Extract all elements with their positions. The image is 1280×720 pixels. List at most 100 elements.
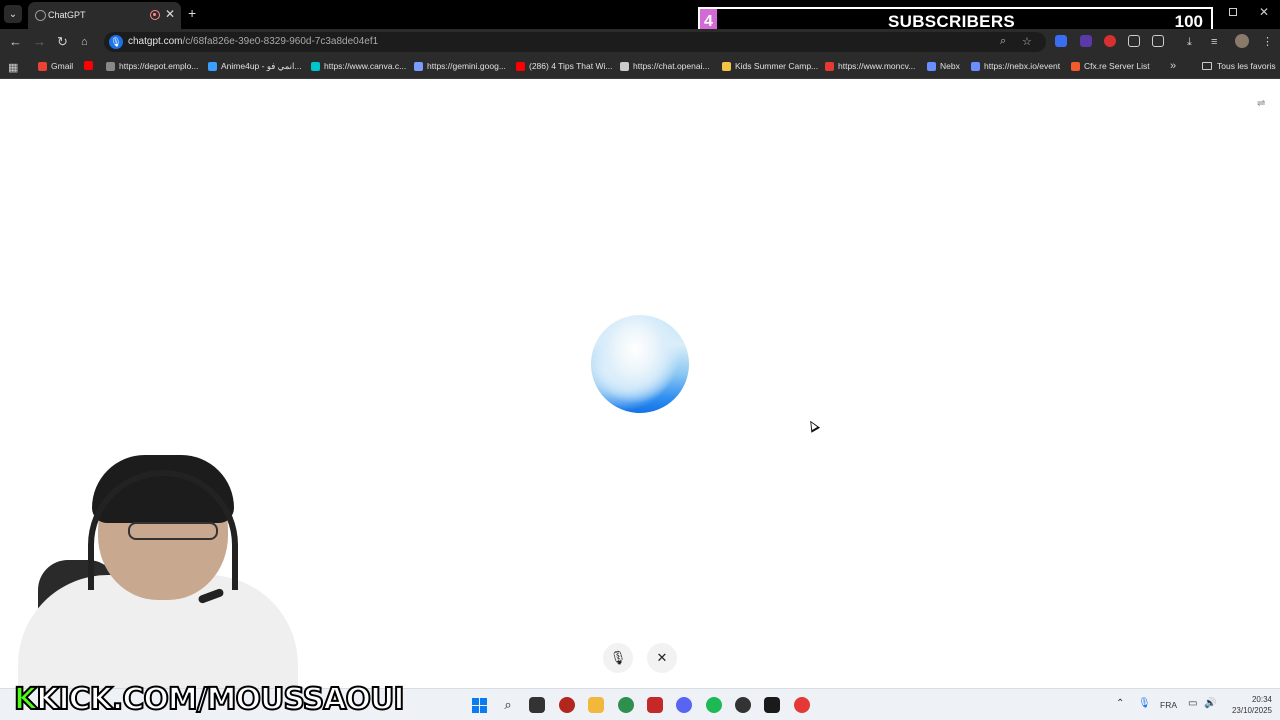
tab-title: ChatGPT: [48, 10, 86, 20]
network-icon[interactable]: ▭: [1188, 698, 1197, 709]
window-restore-button[interactable]: [1229, 8, 1237, 16]
tab-chatgpt[interactable]: ChatGPT ✕: [28, 2, 181, 29]
obs-icon[interactable]: [735, 697, 751, 713]
task-view-icon[interactable]: [529, 697, 545, 713]
microphone-permission-icon[interactable]: 🎙: [109, 35, 123, 49]
back-button[interactable]: ←: [9, 34, 22, 50]
microphone-button[interactable]: 🎙: [603, 643, 633, 673]
openai-icon: [620, 61, 629, 71]
zoom-icon[interactable]: ⌕: [1000, 35, 1006, 48]
globe-icon: [106, 61, 115, 71]
bookmark-item[interactable]: [84, 61, 97, 70]
kick-handle-watermark: KKICK.COM/MOUSSAOUI: [13, 681, 405, 718]
extension-icon[interactable]: [1104, 35, 1116, 47]
volume-icon[interactable]: 🔊: [1204, 698, 1216, 709]
url-path: /c/68fa826e-39e0-8329-960d-7c3a8de04ef1: [182, 36, 379, 47]
gemini-icon: [414, 61, 423, 71]
close-icon: ✕: [656, 650, 668, 665]
app-icon[interactable]: [559, 697, 575, 713]
discord-icon[interactable]: [676, 697, 692, 713]
kick-handle: KICK.COM/MOUSSAOUI: [35, 681, 405, 718]
chevron-down-icon: ⌄: [8, 8, 18, 20]
media-control-icon[interactable]: ≡: [1211, 34, 1217, 50]
bookmark-label: Cfx.re Server List: [1084, 61, 1150, 71]
bookmark-label: (286) 4 Tips That Wi...: [529, 61, 613, 71]
bookmark-label: https://www.moncv...: [838, 61, 916, 71]
chatgpt-favicon-icon: [35, 10, 46, 21]
bookmark-label: https://www.canva.c...: [324, 61, 407, 71]
extension-icon[interactable]: [1080, 35, 1092, 47]
browser-menu-icon[interactable]: ⋮: [1262, 34, 1273, 50]
end-voice-button[interactable]: ✕: [647, 643, 677, 673]
system-clock[interactable]: 20:34 23/10/2025: [1224, 694, 1272, 716]
bookmark-item[interactable]: Kids Summer Camp...: [722, 61, 818, 71]
bookmark-item[interactable]: Anime4up - انمي فو...: [208, 61, 301, 72]
kick-prefix: K: [13, 681, 38, 718]
youtube-icon: [84, 61, 93, 70]
extension-icon[interactable]: [1055, 35, 1067, 47]
search-icon[interactable]: ⌕: [500, 697, 516, 713]
bookmarks-bar: ▦ Gmail https://depot.emplo... Anime4up - …: [0, 55, 1280, 79]
clock-date: 23/10/2025: [1231, 706, 1272, 715]
tray-chevron-icon[interactable]: ⌃: [1116, 698, 1124, 709]
bookmark-item[interactable]: Gmail: [38, 61, 73, 71]
bookmark-item[interactable]: Cfx.re Server List: [1071, 61, 1150, 71]
home-button[interactable]: ⌂: [81, 34, 88, 50]
glasses-icon: [128, 522, 218, 540]
all-bookmarks-button[interactable]: Tous les favoris: [1202, 61, 1276, 71]
folder-icon: [1202, 62, 1212, 70]
reload-button[interactable]: ↻: [57, 34, 68, 50]
url-text: chatgpt.com/c/68fa826e-39e0-8329-960d-7c…: [128, 36, 378, 47]
anime4up-icon: [208, 62, 217, 71]
chrome-icon[interactable]: [618, 697, 634, 713]
bookmark-item[interactable]: https://chat.openai...: [620, 61, 710, 71]
tab-close-icon[interactable]: ✕: [165, 7, 175, 21]
windows-logo-icon: [471, 697, 487, 713]
microphone-icon: 🎙: [609, 650, 627, 665]
bookmark-item[interactable]: https://depot.emplo...: [106, 61, 198, 71]
new-tab-button[interactable]: +: [188, 5, 196, 21]
bookmark-label: https://nebx.io/event: [984, 61, 1061, 71]
address-bar[interactable]: 🎙 chatgpt.com/c/68fa826e-39e0-8329-960d-…: [104, 32, 1046, 52]
app-icon[interactable]: [647, 697, 663, 713]
voice-orb: [591, 315, 689, 413]
bookmark-item[interactable]: https://www.canva.c...: [311, 61, 406, 71]
clock-time: 20:34: [1251, 695, 1272, 704]
bookmark-item[interactable]: https://nebx.io/event: [971, 61, 1060, 71]
tray-microphone-icon[interactable]: 🎙: [1138, 698, 1151, 709]
extension-icon[interactable]: [1128, 35, 1140, 47]
mouse-cursor-icon: [805, 418, 821, 433]
tab-search-button[interactable]: ⌄: [4, 5, 22, 23]
app-icon[interactable]: [764, 697, 780, 713]
apps-grid-icon[interactable]: ▦: [8, 61, 18, 74]
input-language[interactable]: FRA: [1160, 700, 1177, 710]
file-explorer-icon[interactable]: [588, 697, 604, 713]
screen: ⌄ ChatGPT ✕ + 4 SUBSCRIBERS 100 ✕ ← → ↻ …: [0, 0, 1280, 720]
bookmark-item[interactable]: (286) 4 Tips That Wi...: [516, 61, 612, 71]
youtube-icon: [516, 61, 525, 71]
spotify-icon[interactable]: [706, 697, 722, 713]
download-icon[interactable]: ⤓: [1187, 34, 1192, 50]
bookmark-label: Anime4up - انمي فو...: [221, 61, 302, 71]
voice-settings-icon[interactable]: ⇌: [1257, 98, 1265, 109]
windows-start-button[interactable]: [471, 697, 487, 713]
forward-button[interactable]: →: [33, 34, 46, 50]
bookmark-label: https://chat.openai...: [633, 61, 710, 71]
all-bookmarks-label: Tous les favoris: [1217, 61, 1276, 71]
bookmark-label: https://gemini.goog...: [427, 61, 506, 71]
bookmark-star-icon[interactable]: ☆: [1022, 35, 1032, 48]
browser-toolbar: ← → ↻ ⌂ 🎙 chatgpt.com/c/68fa826e-39e0-83…: [0, 29, 1280, 55]
more-bookmarks-icon[interactable]: »: [1170, 60, 1176, 72]
profile-avatar[interactable]: [1235, 34, 1249, 48]
nebx-icon: [927, 61, 936, 71]
moncv-icon: [825, 61, 834, 71]
bookmark-item[interactable]: https://gemini.goog...: [414, 61, 506, 71]
bookmark-item[interactable]: https://www.moncv...: [825, 61, 915, 71]
app-icon[interactable]: [794, 697, 810, 713]
bookmark-label: https://depot.emplo...: [119, 61, 199, 71]
bookmark-label: Kids Summer Camp...: [735, 61, 819, 71]
canva-icon: [311, 61, 320, 71]
bookmark-item[interactable]: Nebx: [927, 61, 960, 71]
extensions-puzzle-icon[interactable]: [1152, 35, 1164, 47]
window-close-button[interactable]: ✕: [1259, 5, 1269, 19]
